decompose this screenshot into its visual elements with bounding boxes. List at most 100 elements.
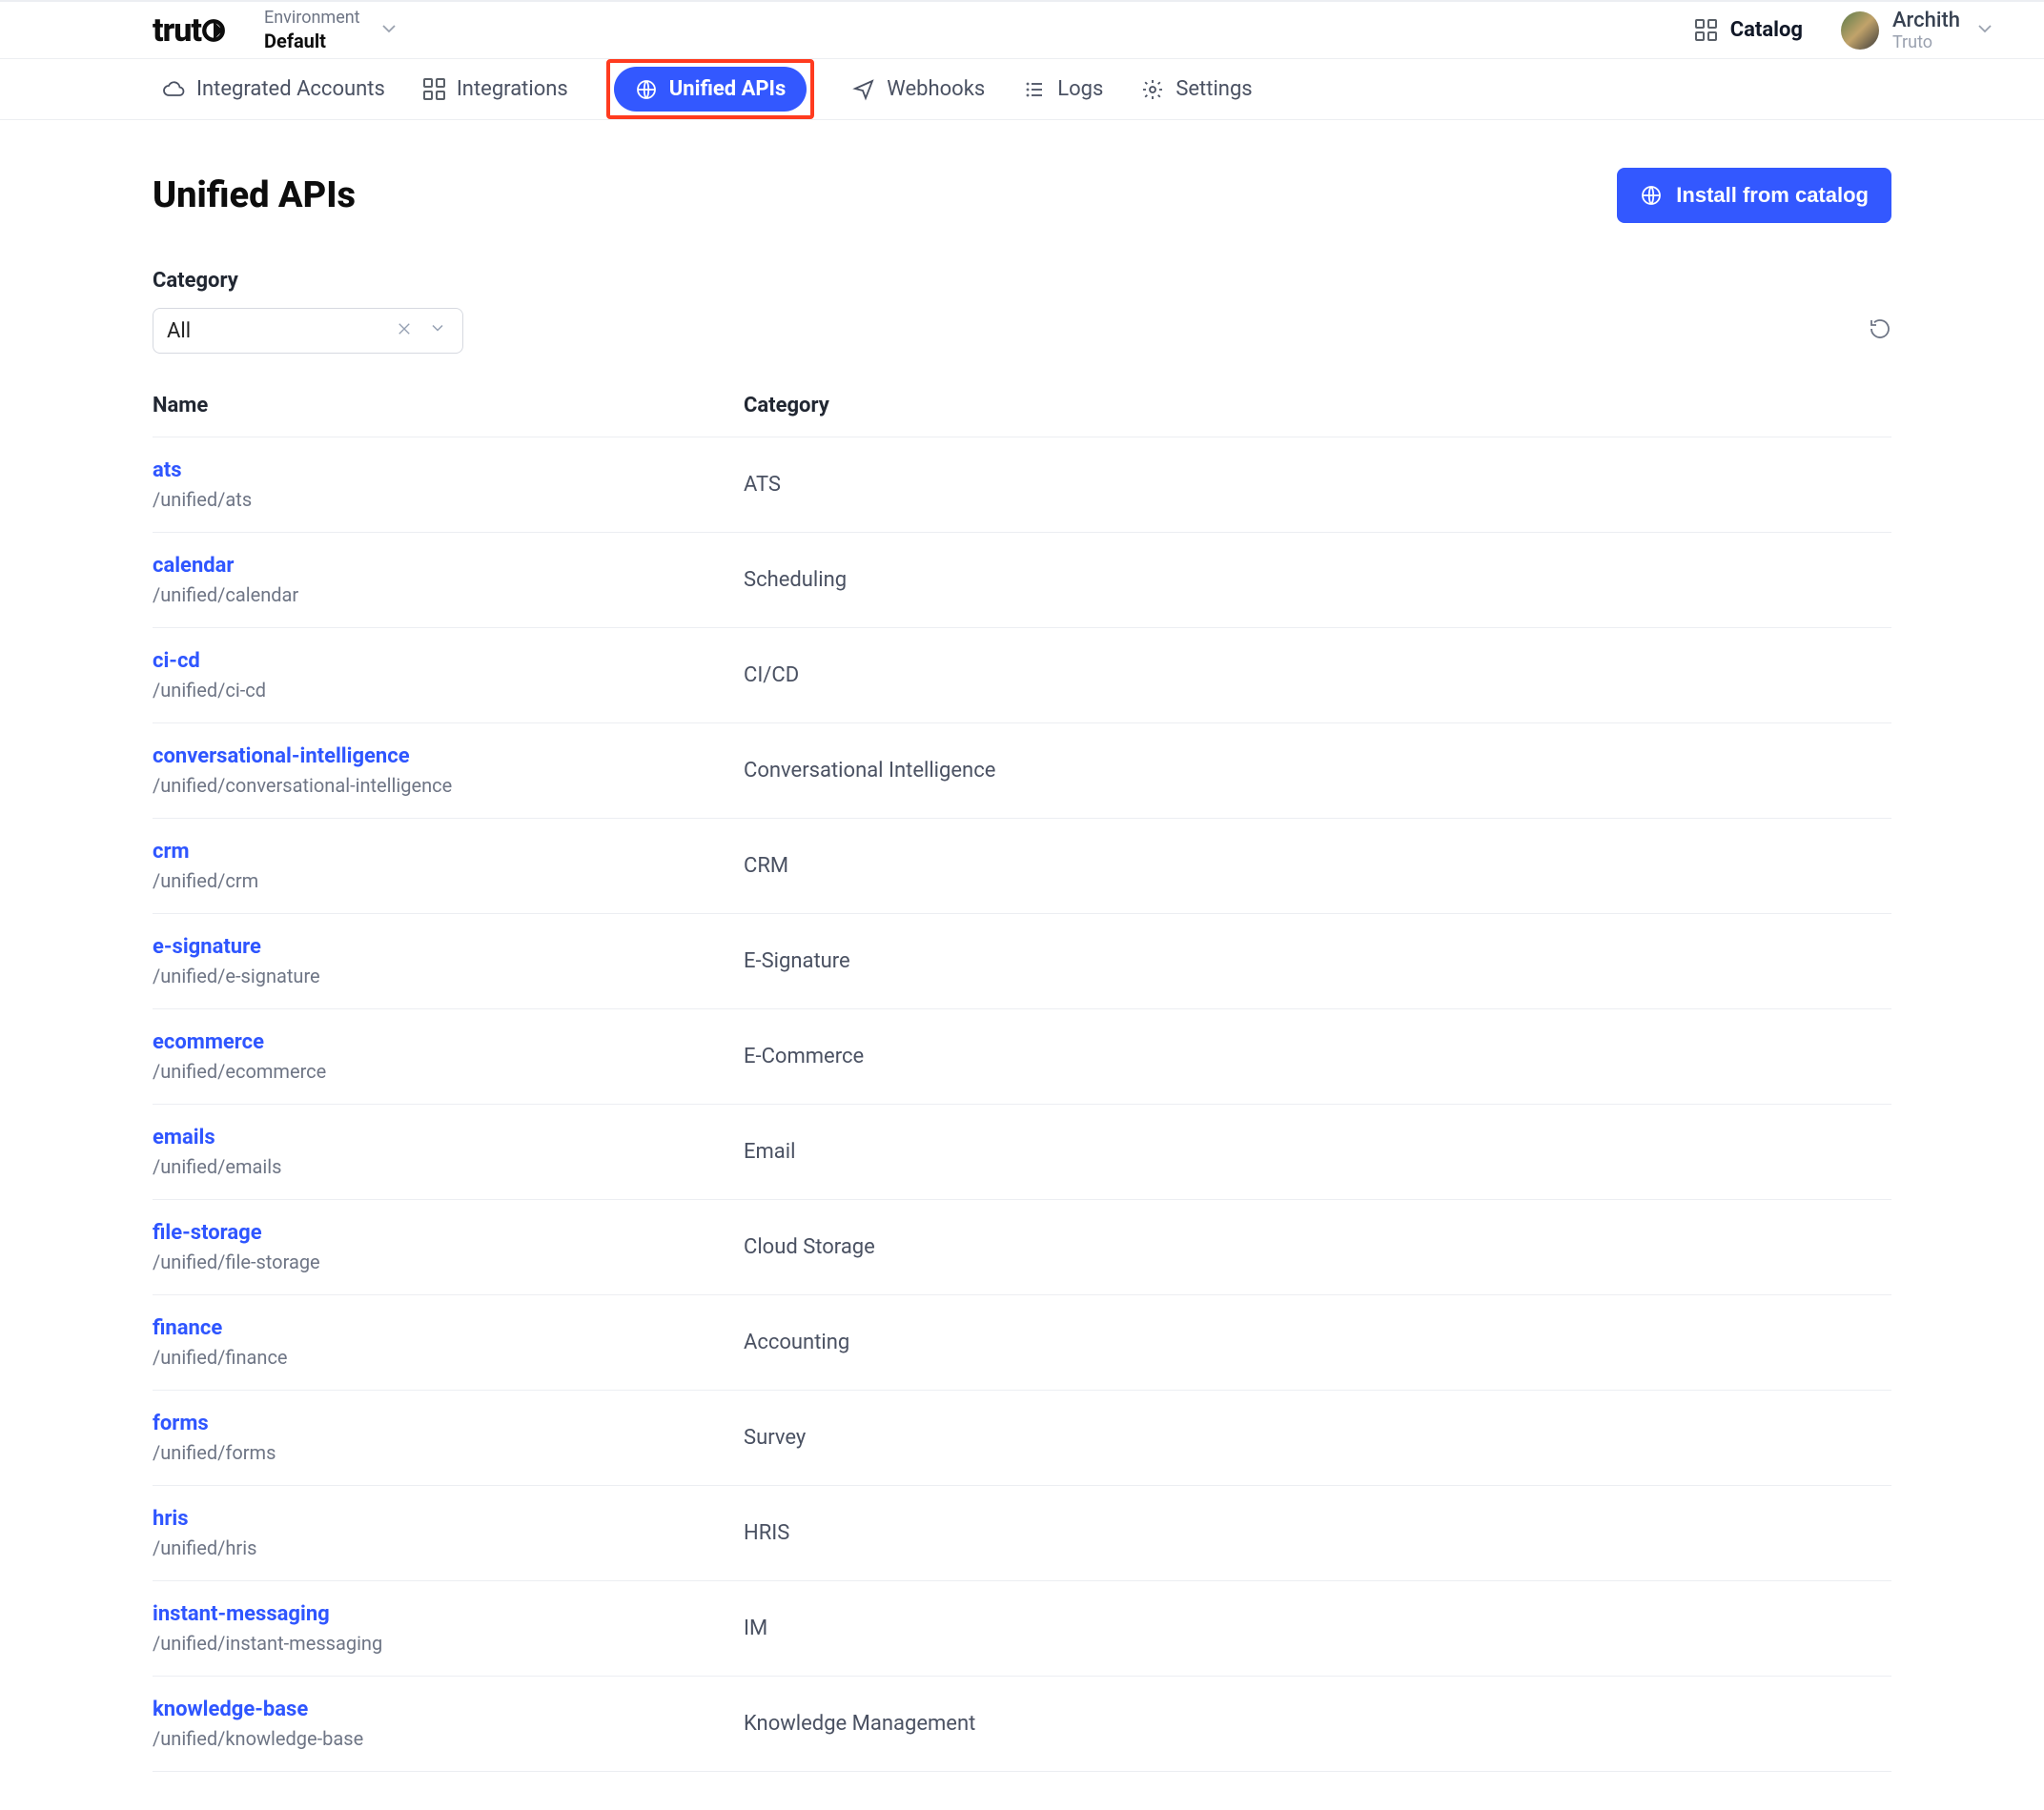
table-row: finance /unified/finance Accounting bbox=[153, 1295, 1891, 1391]
catalog-label: Catalog bbox=[1730, 18, 1803, 42]
nav-label: Settings bbox=[1175, 77, 1252, 101]
api-path: /unified/forms bbox=[153, 1441, 744, 1464]
catalog-grid-icon bbox=[1695, 19, 1717, 41]
install-button-label: Install from catalog bbox=[1676, 183, 1869, 208]
api-name-link[interactable]: conversational-intelligence bbox=[153, 744, 744, 768]
send-icon bbox=[852, 78, 875, 101]
api-category: Conversational Intelligence bbox=[744, 759, 1891, 783]
api-category: Email bbox=[744, 1140, 1891, 1164]
grid-icon bbox=[423, 78, 445, 100]
api-category: Accounting bbox=[744, 1331, 1891, 1354]
main-nav: Integrated Accounts Integrations Unified… bbox=[0, 59, 2044, 120]
table-row: knowledge-base /unified/knowledge-base K… bbox=[153, 1677, 1891, 1772]
api-category: Scheduling bbox=[744, 568, 1891, 592]
refresh-button[interactable] bbox=[1869, 317, 1891, 344]
nav-settings[interactable]: Settings bbox=[1141, 77, 1252, 101]
table-row: file-storage /unified/file-storage Cloud… bbox=[153, 1200, 1891, 1295]
api-category: E-Signature bbox=[744, 949, 1891, 973]
table-row: ecommerce /unified/ecommerce E-Commerce bbox=[153, 1009, 1891, 1105]
api-path: /unified/knowledge-base bbox=[153, 1727, 744, 1750]
api-path: /unified/conversational-intelligence bbox=[153, 774, 744, 797]
api-name-link[interactable]: forms bbox=[153, 1412, 744, 1435]
install-from-catalog-button[interactable]: Install from catalog bbox=[1617, 168, 1891, 223]
table-body: ats /unified/ats ATS calendar /unified/c… bbox=[153, 437, 1891, 1772]
api-path: /unified/file-storage bbox=[153, 1251, 744, 1273]
api-name-link[interactable]: hris bbox=[153, 1507, 744, 1531]
category-select-value: All bbox=[167, 319, 390, 343]
api-category: CRM bbox=[744, 854, 1891, 878]
api-name-link[interactable]: ats bbox=[153, 458, 744, 482]
api-name-link[interactable]: file-storage bbox=[153, 1221, 744, 1245]
table-row: instant-messaging /unified/instant-messa… bbox=[153, 1581, 1891, 1677]
api-category: Knowledge Management bbox=[744, 1712, 1891, 1736]
api-path: /unified/emails bbox=[153, 1155, 744, 1178]
api-name-link[interactable]: ci-cd bbox=[153, 649, 744, 673]
api-path: /unified/crm bbox=[153, 869, 744, 892]
main-content: Unified APIs Install from catalog Catego… bbox=[0, 120, 2044, 1810]
table-row: forms /unified/forms Survey bbox=[153, 1391, 1891, 1486]
top-bar: trut Environment Default Catalog Archith bbox=[0, 0, 2044, 59]
nav-integrations[interactable]: Integrations bbox=[423, 77, 568, 101]
table-row: calendar /unified/calendar Scheduling bbox=[153, 533, 1891, 628]
avatar bbox=[1841, 11, 1879, 50]
api-name-link[interactable]: knowledge-base bbox=[153, 1698, 744, 1721]
page-title: Unified APIs bbox=[153, 174, 356, 216]
api-name-link[interactable]: calendar bbox=[153, 554, 744, 578]
api-path: /unified/calendar bbox=[153, 583, 744, 606]
category-select[interactable]: All bbox=[153, 308, 463, 354]
nav-highlight-box: Unified APIs bbox=[606, 59, 815, 119]
chevron-down-icon bbox=[1973, 17, 1996, 44]
api-category: CI/CD bbox=[744, 663, 1891, 687]
nav-label: Integrations bbox=[457, 77, 568, 101]
table-row: e-signature /unified/e-signature E-Signa… bbox=[153, 914, 1891, 1009]
table-row: emails /unified/emails Email bbox=[153, 1105, 1891, 1200]
nav-webhooks[interactable]: Webhooks bbox=[852, 77, 985, 101]
clear-icon[interactable] bbox=[390, 319, 419, 343]
brand-logo[interactable]: trut bbox=[153, 11, 226, 50]
table-row: conversational-intelligence /unified/con… bbox=[153, 723, 1891, 819]
api-name-link[interactable]: ecommerce bbox=[153, 1030, 744, 1054]
table-header: Name Category bbox=[153, 394, 1891, 437]
environment-selector[interactable]: Environment Default bbox=[264, 8, 400, 52]
cloud-icon bbox=[162, 78, 185, 101]
nav-logs[interactable]: Logs bbox=[1023, 77, 1103, 101]
globe-icon bbox=[635, 78, 658, 101]
api-name-link[interactable]: instant-messaging bbox=[153, 1602, 744, 1626]
chevron-down-icon[interactable] bbox=[419, 318, 449, 343]
table-row: crm /unified/crm CRM bbox=[153, 819, 1891, 914]
category-filter-label: Category bbox=[153, 269, 1891, 293]
catalog-link[interactable]: Catalog bbox=[1695, 18, 1803, 42]
col-category-header: Category bbox=[744, 394, 1891, 417]
col-name-header: Name bbox=[153, 394, 744, 417]
api-name-link[interactable]: e-signature bbox=[153, 935, 744, 959]
api-path: /unified/finance bbox=[153, 1346, 744, 1369]
list-icon bbox=[1023, 78, 1046, 101]
nav-unified-apis[interactable]: Unified APIs bbox=[614, 67, 807, 112]
api-category: Cloud Storage bbox=[744, 1235, 1891, 1259]
api-name-link[interactable]: emails bbox=[153, 1126, 744, 1149]
table-row: hris /unified/hris HRIS bbox=[153, 1486, 1891, 1581]
nav-label: Integrated Accounts bbox=[196, 77, 385, 101]
nav-integrated-accounts[interactable]: Integrated Accounts bbox=[162, 77, 385, 101]
api-name-link[interactable]: finance bbox=[153, 1316, 744, 1340]
user-name: Archith bbox=[1892, 9, 1960, 32]
chevron-down-icon bbox=[378, 17, 400, 44]
api-path: /unified/hris bbox=[153, 1536, 744, 1559]
api-category: IM bbox=[744, 1617, 1891, 1640]
environment-value: Default bbox=[264, 30, 360, 52]
api-category: E-Commerce bbox=[744, 1045, 1891, 1068]
table-row: ats /unified/ats ATS bbox=[153, 437, 1891, 533]
api-path: /unified/ecommerce bbox=[153, 1060, 744, 1083]
nav-label: Logs bbox=[1057, 77, 1103, 101]
gear-icon bbox=[1141, 78, 1164, 101]
api-category: Survey bbox=[744, 1426, 1891, 1450]
nav-label: Unified APIs bbox=[669, 77, 787, 101]
refresh-icon bbox=[1869, 317, 1891, 340]
user-menu[interactable]: Archith Truto bbox=[1841, 9, 1996, 52]
api-path: /unified/ats bbox=[153, 488, 744, 511]
table-row: ci-cd /unified/ci-cd CI/CD bbox=[153, 628, 1891, 723]
api-path: /unified/instant-messaging bbox=[153, 1632, 744, 1655]
api-name-link[interactable]: crm bbox=[153, 840, 744, 864]
api-path: /unified/e-signature bbox=[153, 965, 744, 987]
environment-label: Environment bbox=[264, 8, 360, 28]
